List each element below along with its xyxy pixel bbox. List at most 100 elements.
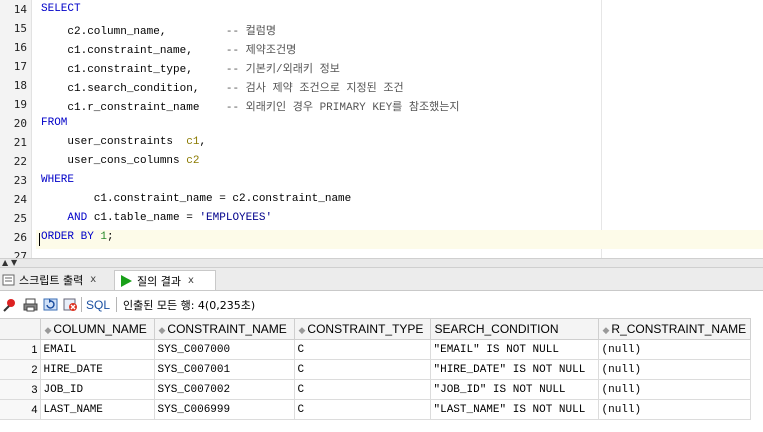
tab-close-icon[interactable]: x: [188, 275, 194, 286]
cell-search-condition[interactable]: "EMAIL" IS NOT NULL: [429, 339, 599, 360]
code-line[interactable]: AND c1.table_name = 'EMPLOYEES': [41, 212, 272, 224]
column-header-label: R_CONSTRAINT_NAME: [611, 322, 747, 336]
collapse-down-icon[interactable]: ▼: [11, 259, 17, 267]
cell-column-name[interactable]: HIRE_DATE: [39, 359, 155, 380]
column-header-constraint-name[interactable]: ◆ CONSTRAINT_NAME: [153, 318, 295, 340]
line-number: 24: [13, 193, 27, 206]
result-grid[interactable]: ◆ COLUMN_NAME ◆ CONSTRAINT_NAME ◆ CONSTRAIN…: [0, 318, 763, 420]
tab-script-output[interactable]: 스크립트 출력 x: [0, 270, 114, 289]
cell-r-constraint-name[interactable]: (null): [597, 399, 751, 420]
right-margin-guide: [601, 0, 602, 258]
code-keyword: AND: [67, 212, 88, 224]
code-line[interactable]: user_constraints c1,: [41, 136, 206, 148]
line-number: 17: [13, 60, 27, 73]
cell-column-name[interactable]: LAST_NAME: [39, 399, 155, 420]
line-number: 19: [13, 98, 27, 111]
table-row[interactable]: 4 LAST_NAME SYS_C006999 C "LAST_NAME" IS…: [0, 399, 751, 420]
cell-column-name[interactable]: EMAIL: [39, 339, 155, 360]
tab-close-icon[interactable]: x: [90, 274, 96, 285]
cell-constraint-type[interactable]: C: [293, 359, 431, 380]
line-number: 26: [13, 231, 27, 244]
split-pane-divider[interactable]: ▲ ▼: [0, 258, 763, 268]
pin-icon[interactable]: [2, 297, 18, 313]
cell-constraint-type[interactable]: C: [293, 339, 431, 360]
column-header-column-name[interactable]: ◆ COLUMN_NAME: [39, 318, 155, 340]
sort-icon[interactable]: ◆: [159, 325, 166, 335]
code-line[interactable]: c1.search_condition, -- 검사 제약 조건으로 지정된 조…: [41, 79, 404, 95]
cell-search-condition[interactable]: "LAST_NAME" IS NOT NULL: [429, 399, 599, 420]
code-token: ,: [199, 136, 207, 148]
code-line[interactable]: user_cons_columns c2: [41, 155, 199, 167]
sql-editor[interactable]: 14 15 16 17 18 19 20 21 22 23 24 25 26 27 SELECT c2.c…: [0, 0, 763, 258]
code-token: c1.table_name =: [87, 212, 200, 224]
collapse-up-icon[interactable]: ▲: [2, 259, 8, 267]
column-header-label: SEARCH_CONDITION: [434, 322, 559, 336]
cell-search-condition[interactable]: "HIRE_DATE" IS NOT NULL: [429, 359, 599, 380]
column-header-search-condition[interactable]: SEARCH_CONDITION: [429, 318, 599, 340]
column-header-r-constraint-name[interactable]: ◆ R_CONSTRAINT_NAME: [597, 318, 751, 340]
cancel-query-icon[interactable]: [62, 297, 78, 313]
cell-r-constraint-name[interactable]: (null): [597, 359, 751, 380]
row-number: 3: [0, 379, 41, 400]
code-line[interactable]: c1.constraint_name, -- 제약조건명: [41, 41, 296, 57]
table-row[interactable]: 3 JOB_ID SYS_C007002 C "JOB_ID" IS NOT N…: [0, 379, 751, 400]
code-comment: -- 기본키/외래키 정보: [225, 64, 340, 76]
fetch-status-text: 인출된 모든 행: 4(0,235초): [123, 298, 256, 312]
code-token: c1.r_constraint_name: [41, 102, 226, 114]
sort-icon[interactable]: ◆: [299, 325, 306, 335]
cell-search-condition[interactable]: "JOB_ID" IS NOT NULL: [429, 379, 599, 400]
cell-r-constraint-name[interactable]: (null): [597, 379, 751, 400]
current-line-highlight: [36, 230, 763, 249]
code-token: c1.constraint_type,: [41, 64, 226, 76]
code-line[interactable]: ORDER BY 1;: [41, 231, 114, 243]
tab-label: 스크립트 출력: [19, 273, 84, 287]
code-keyword: FROM: [41, 117, 68, 129]
sql-button[interactable]: SQL: [86, 298, 110, 312]
cell-r-constraint-name[interactable]: (null): [597, 339, 751, 360]
line-number: 14: [13, 3, 27, 16]
code-line[interactable]: c1.constraint_type, -- 기본키/외래키 정보: [41, 60, 340, 76]
line-number: 15: [13, 22, 27, 35]
cell-constraint-type[interactable]: C: [293, 379, 431, 400]
sort-icon[interactable]: ◆: [603, 325, 610, 335]
tab-query-result[interactable]: 질의 결과 x: [114, 270, 216, 290]
code-line[interactable]: WHERE: [41, 174, 74, 186]
column-header-constraint-type[interactable]: ◆ CONSTRAINT_TYPE: [293, 318, 431, 340]
row-number: 4: [0, 399, 41, 420]
line-number: 21: [13, 136, 27, 149]
cell-constraint-type[interactable]: C: [293, 399, 431, 420]
line-number: 18: [13, 79, 27, 92]
cell-constraint-name[interactable]: SYS_C006999: [153, 399, 295, 420]
line-number: 27: [13, 250, 27, 258]
code-comment: -- 제약조건명: [225, 45, 297, 57]
table-row[interactable]: 2 HIRE_DATE SYS_C007001 C "HIRE_DATE" IS…: [0, 359, 751, 380]
cell-constraint-name[interactable]: SYS_C007000: [153, 339, 295, 360]
sort-icon[interactable]: ◆: [45, 325, 52, 335]
print-icon[interactable]: [22, 297, 38, 313]
code-token: c1.constraint_name = c2.constraint_name: [41, 193, 352, 205]
cell-column-name[interactable]: JOB_ID: [39, 379, 155, 400]
column-header-label: CONSTRAINT_NAME: [167, 322, 287, 336]
code-comment: -- 검사 제약 조건으로 지정된 조건: [225, 83, 404, 95]
code-token: c2.column_name,: [41, 26, 226, 38]
code-line[interactable]: SELECT: [41, 3, 81, 15]
line-number: 23: [13, 174, 27, 187]
code-keyword: WHERE: [41, 174, 75, 186]
code-line[interactable]: c1.r_constraint_name -- 외래키인 경우 PRIMARY …: [41, 98, 459, 114]
code-line[interactable]: c1.constraint_name = c2.constraint_name: [41, 193, 351, 205]
line-number: 22: [13, 155, 27, 168]
code-token: c1.search_condition,: [41, 83, 226, 95]
line-number: 20: [13, 117, 27, 130]
output-tab-bar: 스크립트 출력 x 질의 결과 x: [0, 268, 763, 291]
code-comment: -- 컬럼명: [225, 26, 277, 38]
code-line[interactable]: FROM: [41, 117, 67, 129]
cell-constraint-name[interactable]: SYS_C007002: [153, 379, 295, 400]
code-string: 'EMPLOYEES': [199, 212, 273, 224]
cell-constraint-name[interactable]: SYS_C007001: [153, 359, 295, 380]
code-line[interactable]: c2.column_name, -- 컬럼명: [41, 22, 276, 38]
column-header-label: CONSTRAINT_TYPE: [307, 322, 424, 336]
table-row[interactable]: 1 EMAIL SYS_C007000 C "EMAIL" IS NOT NUL…: [0, 339, 751, 360]
code-keyword: ORDER BY: [41, 231, 94, 243]
refresh-icon[interactable]: [42, 297, 58, 313]
